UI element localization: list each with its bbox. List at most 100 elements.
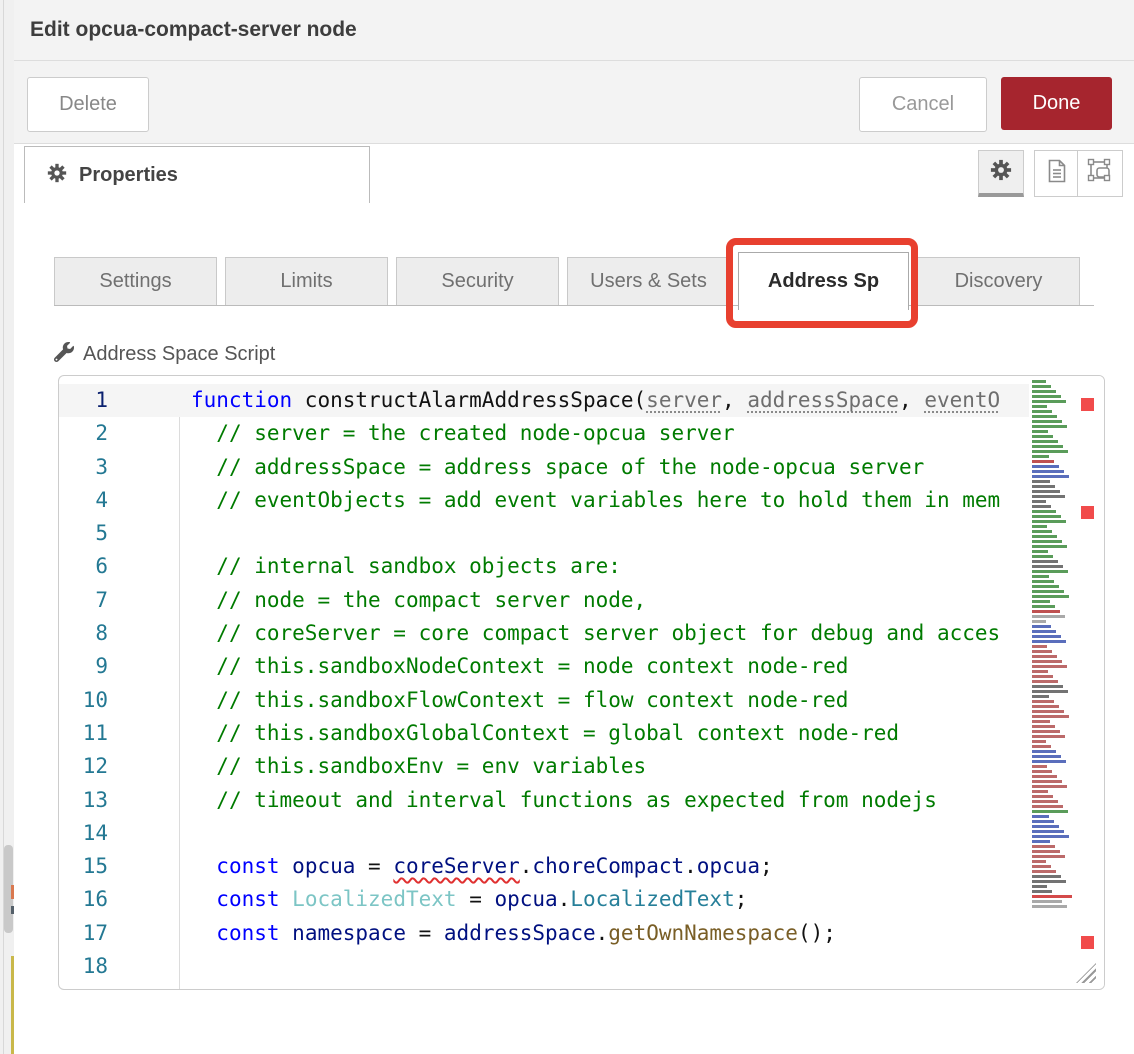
minimap-line	[1032, 820, 1054, 823]
minimap-line	[1032, 660, 1062, 663]
minimap-line	[1032, 545, 1067, 548]
done-button[interactable]: Done	[1001, 77, 1112, 130]
line-number: 10	[59, 684, 166, 717]
line-number: 16	[59, 883, 166, 916]
code-token	[191, 654, 216, 678]
code-line-4[interactable]: // eventObjects = add event variables he…	[166, 484, 1029, 517]
minimap-line	[1032, 465, 1059, 468]
code-line-7[interactable]: // node = the compact server node,	[166, 584, 1029, 617]
code-line-5[interactable]	[166, 517, 1029, 550]
code-token: ();	[798, 921, 836, 945]
properties-icon-button[interactable]	[978, 150, 1024, 197]
code-line-15[interactable]: const opcua = coreServer.choreCompact.op…	[166, 850, 1029, 883]
description-icon-button[interactable]	[1034, 150, 1080, 197]
minimap-line	[1032, 535, 1057, 538]
minimap-line	[1032, 800, 1058, 803]
minimap-line	[1032, 585, 1059, 588]
code-token: getOwnNamespace	[608, 921, 798, 945]
code-line-11[interactable]: // this.sandboxGlobalContext = global co…	[166, 717, 1029, 750]
appearance-icon-button[interactable]	[1077, 150, 1123, 197]
code-line-14[interactable]	[166, 817, 1029, 850]
code-line-2[interactable]: // server = the created node-opcua serve…	[166, 417, 1029, 450]
indent-guide	[179, 417, 180, 989]
code-token	[191, 788, 216, 812]
minimap-line	[1032, 860, 1046, 863]
minimap-line	[1032, 435, 1053, 438]
tab-users-sets[interactable]: Users & Sets	[567, 257, 730, 305]
minimap-line	[1032, 710, 1064, 713]
line-number: 11	[59, 717, 166, 750]
code-line-9[interactable]: // this.sandboxNodeContext = node contex…	[166, 650, 1029, 683]
minimap-line	[1032, 520, 1066, 523]
code-token: ,	[899, 388, 924, 412]
code-token: constructAlarmAddressSpace(	[292, 388, 646, 412]
code-line-3[interactable]: // addressSpace = address space of the n…	[166, 451, 1029, 484]
minimap-line	[1032, 780, 1062, 783]
editor-overview-ruler	[1072, 376, 1104, 989]
code-editor[interactable]: 12345678910111213141516171819 function c…	[58, 375, 1105, 990]
tab-address-sp[interactable]: Address Sp	[738, 252, 909, 310]
code-line-10[interactable]: // this.sandboxFlowContext = flow contex…	[166, 684, 1029, 717]
tab-security[interactable]: Security	[396, 257, 559, 305]
minimap-line	[1032, 895, 1072, 898]
minimap-line	[1032, 740, 1046, 743]
editor-tab-bar: Properties	[14, 144, 1134, 203]
code-token: // this.sandboxGlobalContext = global co…	[216, 721, 899, 745]
code-token	[191, 455, 216, 479]
code-token: ;	[583, 987, 596, 989]
minimap-line	[1032, 550, 1048, 553]
code-token	[191, 721, 216, 745]
code-line-16[interactable]: const LocalizedText = opcua.LocalizedTex…	[166, 883, 1029, 916]
code-line-19[interactable]: const Variant = opcua.Variant;	[166, 983, 1029, 989]
minimap-line	[1032, 530, 1052, 533]
code-line-12[interactable]: // this.sandboxEnv = env variables	[166, 750, 1029, 783]
code-line-13[interactable]: // timeout and interval functions as exp…	[166, 784, 1029, 817]
code-token: const	[216, 887, 279, 911]
minimap-line	[1032, 755, 1061, 758]
tab-limits[interactable]: Limits	[225, 257, 388, 305]
editor-minimap[interactable]	[1030, 380, 1072, 920]
cancel-button[interactable]: Cancel	[859, 77, 987, 132]
minimap-line	[1032, 625, 1051, 628]
edit-tray: Edit opcua-compact-server node Delete Ca…	[14, 0, 1134, 1054]
minimap-line	[1032, 680, 1058, 683]
tab-properties-label: Properties	[79, 164, 178, 187]
code-token: =	[406, 921, 444, 945]
minimap-line	[1032, 760, 1066, 763]
minimap-line	[1032, 770, 1052, 773]
code-line-17[interactable]: const namespace = addressSpace.getOwnNam…	[166, 917, 1029, 950]
code-token: // coreServer = core compact server obje…	[216, 621, 1000, 645]
code-token: const	[216, 987, 279, 989]
minimap-line	[1032, 440, 1058, 443]
line-number: 17	[59, 917, 166, 950]
workspace-edge	[0, 0, 15, 1054]
minimap-line	[1032, 630, 1056, 633]
minimap-line	[1032, 715, 1069, 718]
minimap-line	[1032, 695, 1049, 698]
code-line-8[interactable]: // coreServer = core compact server obje…	[166, 617, 1029, 650]
code-token: ;	[735, 887, 748, 911]
delete-button[interactable]: Delete	[27, 77, 149, 132]
tab-discovery[interactable]: Discovery	[917, 257, 1080, 305]
editor-code-area[interactable]: function constructAlarmAddressSpace(serv…	[166, 384, 1029, 989]
tab-properties[interactable]: Properties	[24, 146, 370, 203]
minimap-line	[1032, 750, 1056, 753]
editor-gutter: 12345678910111213141516171819	[59, 384, 166, 990]
code-token: // internal sandbox objects are:	[216, 554, 621, 578]
code-token: choreCompact	[532, 854, 684, 878]
tab-label: Users & Sets	[590, 270, 707, 293]
code-token	[191, 921, 216, 945]
code-token: .	[482, 987, 495, 989]
code-token	[280, 921, 293, 945]
minimap-line	[1032, 495, 1065, 498]
code-token: .	[684, 854, 697, 878]
tab-settings[interactable]: Settings	[54, 257, 217, 305]
code-line-1[interactable]: function constructAlarmAddressSpace(serv…	[166, 384, 1029, 417]
code-line-6[interactable]: // internal sandbox objects are:	[166, 550, 1029, 583]
line-number: 19	[59, 983, 166, 990]
code-token	[191, 987, 216, 989]
error-marker	[1081, 398, 1094, 411]
tab-label: Settings	[99, 270, 171, 293]
code-line-18[interactable]	[166, 950, 1029, 983]
minimap-line	[1032, 885, 1047, 888]
